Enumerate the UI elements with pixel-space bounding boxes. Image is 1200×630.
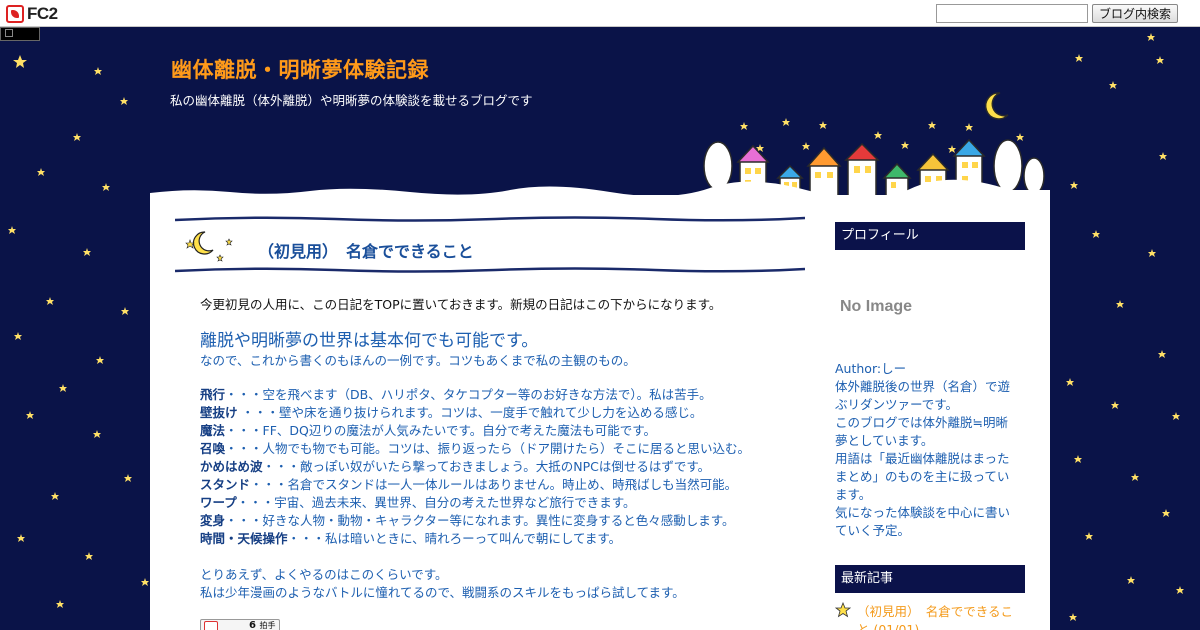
skill-name: ワープ: [200, 495, 237, 510]
skill-name: 召喚: [200, 441, 226, 456]
entry-subline: なので、これから書くのもほんの一例です。コツもあくまで私の主観のもの。: [200, 353, 636, 368]
recent-posts-heading: 最新記事: [835, 565, 1025, 593]
skill-item: ワープ・・・宇宙、過去未来、異世界、自分の考えた世界など旅行できます。: [200, 494, 800, 512]
entry-outro-2: 私は少年漫画のようなバトルに憧れてるので、戦闘系のスキルをもっぱら試してます。: [200, 585, 685, 600]
profile-heading: プロフィール: [835, 222, 1025, 250]
skill-name: 飛行: [200, 387, 226, 402]
skill-name: かめはめ波: [200, 459, 263, 474]
skill-item: スタンド・・・名倉でスタンドは一人一体ルールはありません。時止め、時飛ばしも当然…: [200, 476, 800, 494]
entry-headline: 離脱や明晰夢の世界は基本何でも可能です。: [200, 331, 539, 351]
skill-item: 時間・天候操作・・・私は暗いときに、晴れろーって叫んで朝にしてます。: [200, 530, 800, 548]
skill-desc: ・・・空を飛べます（DB、ハリポタ、タケコプター等のお好きな方法で）。私は苦手。: [225, 387, 712, 402]
profile-line: このブログでは体外離脱≒明晰夢としています。: [835, 415, 1008, 448]
clap-icon: [204, 621, 218, 630]
profile-line: 体外離脱後の世界（名倉）で遊ぶリダンツァーです。: [835, 379, 1011, 412]
skill-list: 飛行・・・空を飛べます（DB、ハリポタ、タケコプター等のお好きな方法で）。私は苦…: [200, 386, 800, 548]
clap-button[interactable]: 6 拍手: [200, 619, 280, 630]
entry-intro: 今更初見の人用に、この日記をTOPに置いておきます。新規の日記はこの下からになり…: [200, 297, 722, 312]
skill-desc: ・・・人物でも物でも可能。コツは、振り返ったら（ドア開けたら）そこに居ると思い込…: [225, 441, 751, 456]
recent-post-link[interactable]: （初見用） 名倉でできるこ: [857, 603, 1013, 621]
skill-desc: ・・・宇宙、過去未来、異世界、自分の考えた世界など旅行できます。: [236, 495, 636, 510]
profile-avatar-placeholder: No Image: [840, 298, 913, 315]
profile-line: 用語は「最近幽体離脱はまったまとめ」のものを主に扱っています。: [835, 451, 1010, 502]
entry-outro-1: とりあえず、よくやるのはこのくらいです。: [200, 567, 448, 582]
skill-name: 壁抜け: [200, 405, 238, 420]
skill-item: 変身・・・好きな人物・動物・キャラクター等になれます。異性に変身すると色々感動し…: [200, 512, 800, 530]
skill-desc: ・・・敵っぽい奴がいたら撃っておきましょう。大抵のNPCは倒せるはずです。: [262, 459, 711, 474]
skill-name: 変身: [200, 513, 226, 528]
skill-desc: ・・・好きな人物・動物・キャラクター等になれます。異性に変身すると色々感動します…: [225, 513, 735, 528]
profile-line: 気になった体験談を中心に書いていく予定。: [835, 505, 1011, 538]
skill-name: スタンド: [200, 477, 251, 492]
skill-item: 魔法・・・FF、DQ辺りの魔法が人気みたいです。自分で考えた魔法も可能です。: [200, 422, 800, 440]
profile-text: Author:しー 体外離脱後の世界（名倉）で遊ぶリダンツァーです。 このブログ…: [835, 360, 1020, 540]
profile-line: Author:しー: [835, 361, 907, 376]
skill-name: 時間・天候操作: [200, 531, 288, 546]
skill-item: 召喚・・・人物でも物でも可能。コツは、振り返ったら（ドア開けたら）そこに居ると思…: [200, 440, 800, 458]
star-bullet-icon: [835, 602, 851, 618]
skill-name: 魔法: [200, 423, 226, 438]
skill-desc: ・・・壁や床を通り抜けられます。コツは、一度手で触れて少し力を込める感じ。: [237, 405, 703, 420]
skill-item: かめはめ波・・・敵っぽい奴がいたら撃っておきましょう。大抵のNPCは倒せるはずで…: [200, 458, 800, 476]
skill-item: 飛行・・・空を飛べます（DB、ハリポタ、タケコプター等のお好きな方法で）。私は苦…: [200, 386, 800, 404]
blog-description: 私の幽体離脱（体外離脱）や明晰夢の体験談を載せるブログです: [170, 93, 533, 108]
blog-title[interactable]: 幽体離脱・明晰夢体験記録: [171, 54, 429, 84]
skill-desc: ・・・私は暗いときに、晴れろーって叫んで朝にしてます。: [287, 531, 622, 546]
skill-desc: ・・・名倉でスタンドは一人一体ルールはありません。時止め、時飛ばしも当然可能。: [250, 477, 738, 492]
clap-count: 6 拍手: [249, 620, 276, 630]
skill-desc: ・・・FF、DQ辺りの魔法が人気みたいです。自分で考えた魔法も可能です。: [225, 423, 656, 438]
entry-body: 今更初見の人用に、この日記をTOPに置いておきます。新規の日記はこの下からになり…: [200, 296, 800, 602]
skill-item: 壁抜け ・・・壁や床を通り抜けられます。コツは、一度手で触れて少し力を込める感じ…: [200, 404, 800, 422]
recent-post-link-cont[interactable]: と (01/01): [857, 621, 919, 630]
entry-title[interactable]: （初見用） 名倉でできること: [258, 238, 474, 262]
